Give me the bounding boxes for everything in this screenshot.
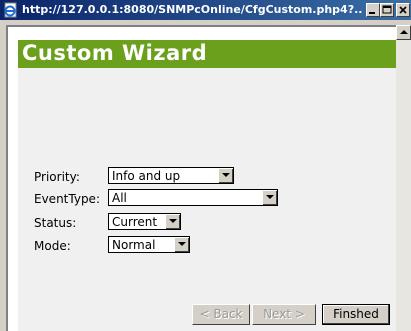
scroll-up-button[interactable] — [396, 25, 411, 40]
status-value: Current — [112, 215, 158, 229]
eventtype-label: EventType: — [34, 192, 100, 206]
minimize-button[interactable] — [366, 3, 380, 17]
priority-value: Info and up — [112, 169, 181, 183]
chevron-up-icon — [400, 30, 408, 34]
chevron-down-icon[interactable] — [262, 190, 277, 205]
finished-button[interactable]: Finshed — [322, 304, 390, 325]
wizard-form-panel: Priority: Info and up EventType: All Sta… — [18, 68, 396, 331]
mode-value: Normal — [112, 238, 156, 252]
wizard-header: Custom Wizard — [18, 40, 396, 68]
window-titlebar[interactable]: http://127.0.0.1:8080/SNMPcOnline/CfgCus… — [0, 0, 411, 20]
close-icon — [399, 6, 407, 14]
priority-select[interactable]: Info and up — [108, 167, 234, 184]
maximize-icon — [382, 5, 392, 14]
mode-select[interactable]: Normal — [108, 236, 190, 253]
ie-page-icon — [3, 2, 19, 18]
eventtype-select[interactable]: All — [108, 189, 278, 206]
next-button[interactable]: Next > — [252, 304, 316, 325]
chevron-down-icon[interactable] — [165, 214, 180, 229]
window-title: http://127.0.0.1:8080/SNMPcOnline/CfgCus… — [22, 3, 362, 16]
back-button[interactable]: < Back — [192, 304, 250, 325]
chevron-down-icon[interactable] — [218, 168, 233, 183]
vertical-scrollbar[interactable] — [396, 25, 411, 331]
minimize-icon — [369, 12, 375, 14]
page-content: Custom Wizard Priority: Info and up Even… — [6, 25, 396, 331]
eventtype-value: All — [112, 191, 127, 205]
page-title: Custom Wizard — [22, 41, 208, 65]
mode-label: Mode: — [34, 239, 71, 253]
priority-label: Priority: — [34, 170, 80, 184]
maximize-button[interactable] — [380, 3, 394, 17]
close-button[interactable] — [396, 3, 410, 17]
chevron-down-icon[interactable] — [174, 237, 189, 252]
status-select[interactable]: Current — [108, 213, 181, 230]
status-label: Status: — [34, 216, 77, 230]
